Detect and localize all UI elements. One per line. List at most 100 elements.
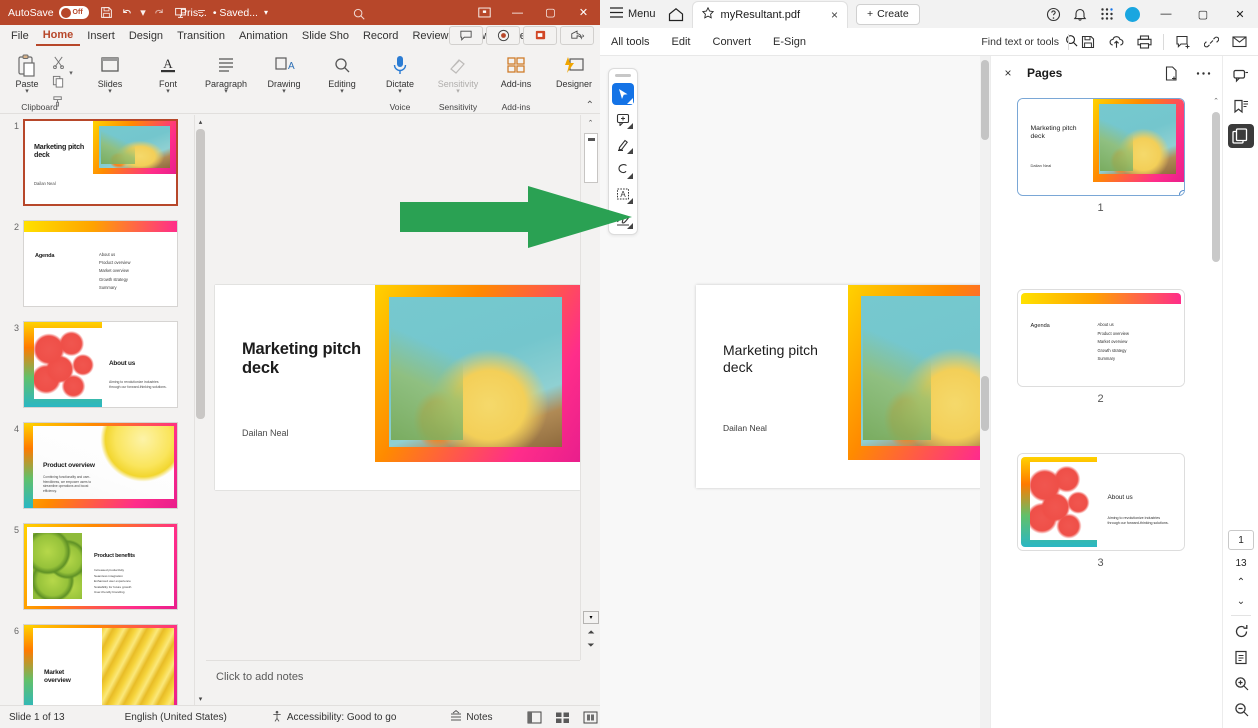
slide-thumbnail-1[interactable]: Marketing pitch deck Dailan Neal: [23, 119, 178, 206]
help-icon[interactable]: [1040, 2, 1066, 26]
chevron-down-icon[interactable]: [627, 148, 633, 154]
present-icon[interactable]: [523, 26, 557, 45]
edit-button[interactable]: Edit: [661, 36, 702, 48]
slide-counter[interactable]: Slide 1 of 13: [0, 712, 74, 723]
slide-thumbnail-4[interactable]: Product overview Combining functionality…: [23, 422, 178, 509]
collapse-ribbon-icon[interactable]: ⌃: [586, 100, 594, 111]
link-icon[interactable]: [1198, 30, 1224, 54]
current-page-input[interactable]: 1: [1228, 530, 1254, 550]
thumbnail-row[interactable]: 5 Product benefits Increased productivit…: [0, 509, 205, 610]
page-list-item[interactable]: About us Aiming to revolutionize industr…: [991, 453, 1210, 569]
convert-button[interactable]: Convert: [702, 36, 763, 48]
tab-slide-show[interactable]: Slide Sho: [295, 28, 356, 45]
bookmarks-panel-icon[interactable]: [1228, 94, 1254, 118]
thumbnail-row[interactable]: 4 Product overview Combining functionali…: [0, 408, 205, 509]
home-icon[interactable]: [664, 3, 688, 25]
acrobat-minimize-button[interactable]: —: [1148, 0, 1184, 28]
share-icon[interactable]: [560, 26, 594, 45]
chevron-down-icon[interactable]: ▾: [264, 8, 268, 17]
autosave-switch[interactable]: Off: [58, 6, 89, 19]
paste-caret-icon[interactable]: ▾: [25, 88, 29, 95]
document-tab[interactable]: myResultant.pdf ×: [691, 0, 849, 28]
print-icon[interactable]: [1131, 30, 1157, 54]
sensitivity-button[interactable]: Sensitivity ▾: [435, 50, 481, 95]
dictate-caret-icon[interactable]: ▾: [398, 88, 402, 95]
save-icon[interactable]: [98, 4, 115, 21]
drawing-button[interactable]: A Drawing ▾: [261, 50, 307, 95]
tab-insert[interactable]: Insert: [80, 28, 122, 45]
tab-transitions[interactable]: Transition: [170, 28, 232, 45]
thumbnails-scrollbar[interactable]: ▴ ▾: [194, 115, 205, 705]
resize-handle[interactable]: [1178, 190, 1184, 195]
designer-button[interactable]: Designer: [551, 50, 597, 89]
zoom-out-icon[interactable]: [1234, 702, 1249, 720]
close-button[interactable]: ✕: [567, 0, 600, 25]
add-comment-icon[interactable]: [1170, 30, 1196, 54]
account-avatar[interactable]: [1125, 6, 1140, 22]
slide-thumbnail-2[interactable]: Agenda About us Product overview Market …: [23, 220, 178, 307]
acrobat-close-button[interactable]: ✕: [1222, 0, 1258, 28]
tab-animations[interactable]: Animation: [232, 28, 295, 45]
document-name-area[interactable]: Pris... • Saved... ▾: [180, 0, 268, 25]
pdf-document-view[interactable]: Marketing pitch deck Dailan Neal: [652, 56, 990, 728]
tab-file[interactable]: File: [4, 28, 36, 45]
insert-page-icon[interactable]: [1160, 63, 1182, 83]
undo-dropdown-icon[interactable]: ▾: [140, 4, 147, 21]
font-caret-icon[interactable]: ▾: [166, 88, 170, 95]
search-icon[interactable]: [350, 5, 367, 22]
cloud-upload-icon[interactable]: [1103, 30, 1129, 54]
rotate-icon[interactable]: [1234, 624, 1249, 642]
paragraph-button[interactable]: Paragraph ▾: [203, 50, 249, 95]
current-slide-canvas[interactable]: Marketing pitch deck Dailan Neal: [215, 285, 580, 490]
reading-view-button[interactable]: [580, 708, 600, 726]
pages-panel-scrollbar[interactable]: ⌃: [1210, 90, 1222, 728]
cut-icon[interactable]: [50, 54, 67, 71]
comment-tool-button[interactable]: [612, 108, 634, 130]
highlight-tool-button[interactable]: [612, 133, 634, 155]
maximize-button[interactable]: ▢: [534, 0, 567, 25]
slide-thumbnail-5[interactable]: Product benefits Increased productivity …: [23, 523, 178, 610]
notes-button[interactable]: Notes: [441, 709, 501, 725]
drawing-caret-icon[interactable]: ▾: [282, 88, 286, 95]
previous-page-icon[interactable]: ⌃: [1237, 577, 1245, 588]
toolbar-drag-handle[interactable]: [615, 74, 631, 77]
paste-button[interactable]: Paste ▾: [4, 50, 50, 95]
close-tab-icon[interactable]: ×: [831, 8, 838, 22]
accessibility-status[interactable]: Accessibility: Good to go: [262, 710, 406, 725]
acrobat-maximize-button[interactable]: ▢: [1185, 0, 1221, 28]
editing-caret-icon[interactable]: ▾: [340, 88, 344, 95]
normal-view-button[interactable]: [524, 708, 546, 726]
scroll-up-icon[interactable]: ⌃: [1210, 94, 1222, 108]
more-options-icon[interactable]: [1192, 63, 1214, 83]
draw-tool-button[interactable]: [612, 158, 634, 180]
thumbnail-row[interactable]: 2 Agenda About us Product overview Marke…: [0, 206, 205, 307]
page-list-item[interactable]: Agenda About us Product overview Market …: [991, 289, 1210, 405]
clipboard-dropdown-icon[interactable]: ▾: [67, 64, 75, 81]
fit-page-icon[interactable]: [1234, 650, 1249, 668]
previous-slide-icon[interactable]: ⏶: [585, 626, 597, 638]
font-button[interactable]: A Font ▾: [145, 50, 191, 95]
apps-grid-icon[interactable]: [1094, 2, 1120, 26]
scroll-down-icon[interactable]: ▾: [195, 692, 205, 705]
comments-icon[interactable]: [449, 26, 483, 45]
scroll-collapse-icon[interactable]: ⌃: [581, 115, 600, 131]
chevron-down-icon[interactable]: [627, 123, 633, 129]
slide-thumbnail-3[interactable]: About us Aiming to revolutionize industr…: [23, 321, 178, 408]
bell-icon[interactable]: [1067, 2, 1093, 26]
comment-panel-icon[interactable]: [1228, 64, 1254, 88]
dictate-button[interactable]: Dictate ▾: [377, 50, 423, 95]
ribbon-display-options-icon[interactable]: [468, 0, 501, 25]
chevron-down-icon[interactable]: [627, 98, 633, 104]
pdf-page-1[interactable]: Marketing pitch deck Dailan Neal: [696, 285, 990, 488]
undo-icon[interactable]: [119, 4, 136, 21]
tab-design[interactable]: Design: [122, 28, 170, 45]
format-painter-icon[interactable]: [50, 92, 67, 109]
thumbnail-row[interactable]: 1 Marketing pitch deck Dailan Neal: [0, 115, 205, 206]
select-tool-button[interactable]: [612, 83, 634, 105]
page-list-item[interactable]: Marketing pitch deck Dailan Neal 1: [991, 98, 1210, 214]
create-button[interactable]: + Create: [856, 3, 920, 25]
email-icon[interactable]: [1226, 30, 1252, 54]
redo-icon[interactable]: [151, 4, 168, 21]
record-icon[interactable]: [486, 26, 520, 45]
addins-button[interactable]: Add-ins: [493, 50, 539, 89]
